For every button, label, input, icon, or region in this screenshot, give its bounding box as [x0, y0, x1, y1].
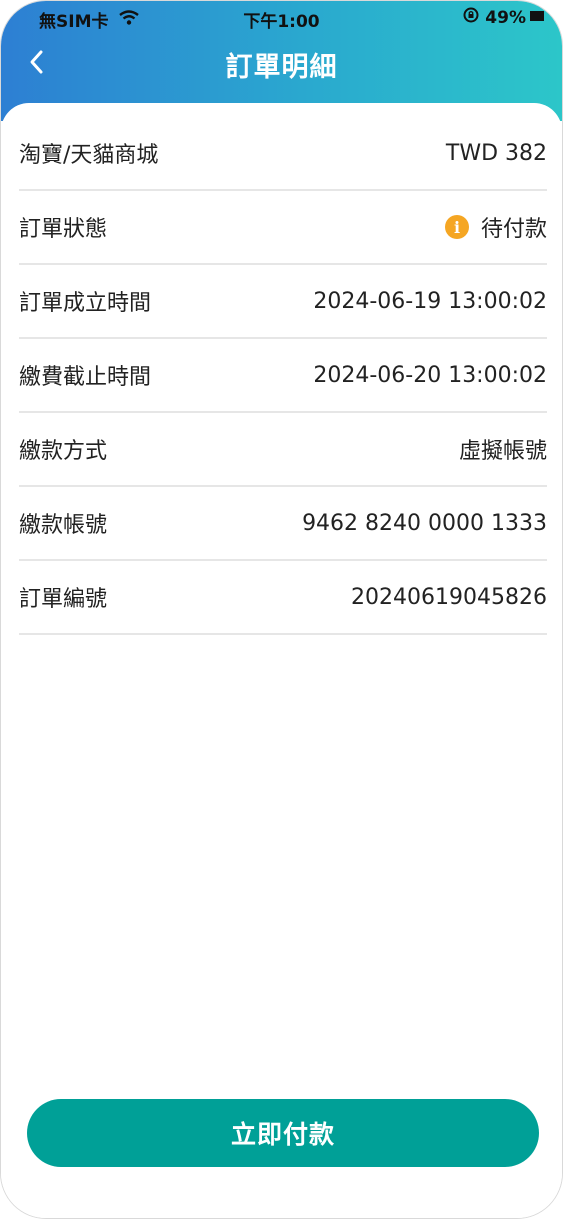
- battery-text: 49%: [485, 7, 526, 28]
- created-time-label: 訂單成立時間: [19, 291, 152, 316]
- battery-icon: [530, 8, 544, 28]
- phone-frame: 無SIM卡 下午1:00 49% 訂單明細 淘寶/天貓商城 TWD 382 訂單…: [0, 0, 563, 1219]
- deadline-label: 繳費截止時間: [19, 365, 152, 390]
- payment-method-label: 繳款方式: [19, 439, 108, 464]
- status-value: 待付款: [480, 217, 547, 242]
- payment-account-value: 9462 8240 0000 1333: [302, 510, 547, 536]
- status-right: 49%: [463, 7, 544, 28]
- merchant-label: 淘寶/天貓商城: [19, 143, 159, 168]
- page-title: 訂單明細: [225, 52, 338, 83]
- detail-row-order-number: 訂單編號 20240619045826: [19, 561, 547, 635]
- detail-row-status: 訂單狀態 i 待付款: [19, 191, 547, 265]
- pay-now-button[interactable]: 立即付款: [27, 1099, 539, 1167]
- detail-row-created: 訂單成立時間 2024-06-19 13:00:02: [19, 265, 547, 339]
- details-list: 淘寶/天貓商城 TWD 382 訂單狀態 i 待付款 訂單成立時間 2024-0…: [19, 117, 547, 635]
- info-icon: i: [444, 215, 469, 239]
- detail-row-deadline: 繳費截止時間 2024-06-20 13:00:02: [19, 339, 547, 413]
- created-time-value: 2024-06-19 13:00:02: [313, 288, 547, 314]
- payment-method-value: 虛擬帳號: [458, 439, 547, 464]
- rotation-lock-icon: [463, 7, 479, 28]
- detail-row-method: 繳款方式 虛擬帳號: [19, 413, 547, 487]
- status-label: 訂單狀態: [19, 217, 108, 242]
- deadline-value: 2024-06-20 13:00:02: [313, 362, 547, 388]
- order-number-value: 20240619045826: [351, 584, 547, 610]
- details-card: 淘寶/天貓商城 TWD 382 訂單狀態 i 待付款 訂單成立時間 2024-0…: [1, 103, 562, 1218]
- detail-row-account: 繳款帳號 9462 8240 0000 1333: [19, 487, 547, 561]
- status-value-wrap: i 待付款: [444, 211, 547, 243]
- detail-row-merchant: 淘寶/天貓商城 TWD 382: [19, 117, 547, 191]
- merchant-amount: TWD 382: [445, 140, 547, 166]
- order-number-label: 訂單編號: [19, 587, 108, 612]
- payment-account-label: 繳款帳號: [19, 513, 108, 538]
- status-bar: 無SIM卡 下午1:00 49%: [1, 1, 562, 35]
